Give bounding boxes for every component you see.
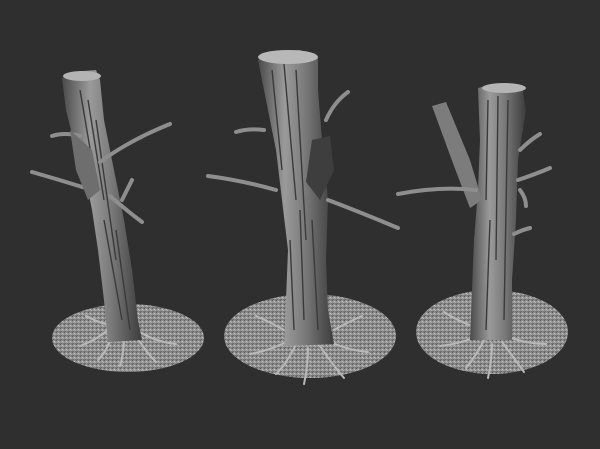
trunk-left	[62, 70, 142, 342]
side-limb-right	[432, 102, 482, 208]
tree-stump-center	[206, 50, 400, 385]
trunk-top-right	[482, 83, 526, 93]
sculpt-render	[30, 50, 568, 385]
render-viewport	[0, 0, 600, 449]
trunk-top-center	[258, 50, 318, 64]
tree-stump-left	[30, 70, 204, 372]
tree-stump-right	[396, 83, 568, 379]
trunk-top-left	[63, 71, 101, 81]
